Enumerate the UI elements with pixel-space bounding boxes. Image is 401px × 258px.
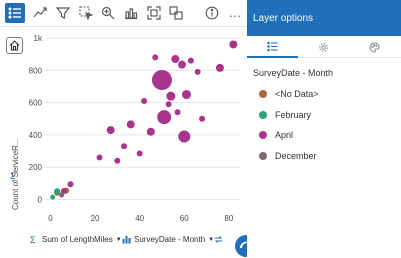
scatter-point[interactable] (194, 68, 201, 75)
scatter-plot: 0 200 400 600 800 1k 0 20 40 60 80 (29, 34, 240, 223)
scatter-point[interactable] (50, 194, 56, 200)
y-tick-label: 0 (38, 196, 43, 205)
legend-swatch (259, 131, 267, 139)
chevron-down-icon: ▼ (115, 236, 122, 243)
legend-label: April (275, 130, 294, 140)
y-tick-label: 400 (29, 131, 43, 140)
x-field-selector[interactable]: Σ Sum of LengthMiles ▼ (30, 235, 122, 244)
x-tick-label: 80 (224, 214, 233, 223)
scatter-point[interactable] (152, 54, 159, 61)
scatter-point[interactable] (215, 63, 224, 72)
x-tick-label: 0 (48, 214, 53, 223)
scatter-point[interactable] (126, 120, 135, 129)
legend-item[interactable]: December (259, 151, 317, 161)
legend-swatch (259, 111, 267, 119)
color-field-label: SurveyDate - Month (134, 235, 206, 244)
tab-settings[interactable] (298, 36, 349, 58)
legend-list-icon (267, 41, 278, 51)
panel-tabs (247, 36, 401, 58)
scatter-point[interactable] (54, 188, 61, 195)
legend-swatch (259, 90, 267, 98)
scatter-point[interactable] (166, 91, 176, 101)
y-tick-label: 1k (34, 34, 43, 43)
swap-icon (214, 236, 223, 243)
legend-label: <No Data> (275, 89, 319, 99)
scatter-point[interactable] (171, 55, 180, 63)
swap-axes-button[interactable] (214, 235, 223, 244)
scatter-point[interactable] (67, 181, 74, 188)
legend-item[interactable]: April (259, 130, 293, 140)
x-tick-label: 20 (91, 214, 100, 223)
scatter-point[interactable] (96, 154, 103, 161)
y-tick-label: 600 (29, 99, 43, 108)
scatter-point[interactable] (181, 90, 191, 100)
legend-label: December (275, 151, 317, 161)
panel-title: Layer options (253, 13, 314, 24)
scatter-point[interactable] (229, 40, 238, 49)
scatter-point[interactable] (165, 101, 172, 108)
layer-options-panel: Layer options SurveyDate - Month <No Dat… (247, 0, 401, 258)
palette-icon (369, 41, 380, 53)
tab-legend[interactable] (247, 36, 298, 58)
scatter-point[interactable] (146, 127, 155, 136)
panel-header: Layer options (247, 0, 401, 36)
legend-label: February (275, 110, 312, 120)
scatter-point[interactable] (178, 60, 187, 69)
scatter-point[interactable] (59, 192, 65, 198)
svg-text:Σ: Σ (30, 235, 36, 244)
scatter-point[interactable] (136, 150, 143, 157)
x-tick-label: 40 (135, 214, 144, 223)
scatter-point[interactable] (174, 109, 181, 116)
legend-item[interactable]: February (259, 110, 311, 120)
sigma-icon: Σ (30, 235, 36, 244)
scatter-point[interactable] (114, 157, 121, 164)
legend-swatch (259, 152, 267, 160)
scatter-point[interactable] (121, 143, 128, 150)
x-field-label: Sum of LengthMiles (42, 235, 113, 244)
gear-icon (319, 42, 328, 52)
y-tick-label: 800 (29, 66, 43, 75)
scatter-point[interactable] (199, 115, 206, 122)
scatter-point[interactable] (187, 57, 194, 64)
x-tick-label: 60 (180, 214, 189, 223)
color-field-selector[interactable]: SurveyDate - Month ▼ (122, 235, 214, 244)
y-tick-label: 200 (29, 163, 43, 172)
chart-card: … Σ Count of ServiceR... 0 200 400 600 800 1k… (0, 0, 257, 258)
scatter-point[interactable] (106, 126, 115, 135)
scatter-point[interactable] (151, 70, 172, 90)
legend-item[interactable]: <No Data> (259, 89, 319, 99)
scatter-point[interactable] (157, 110, 172, 125)
category-icon (122, 236, 131, 244)
scatter-point[interactable] (141, 98, 148, 104)
scatter-point[interactable] (178, 130, 191, 143)
x-axis-field-bar: Σ Sum of LengthMiles ▼ SurveyDate - Mont… (0, 232, 250, 250)
tab-colors[interactable] (349, 36, 400, 58)
legend-title: SurveyDate - Month (253, 68, 334, 78)
